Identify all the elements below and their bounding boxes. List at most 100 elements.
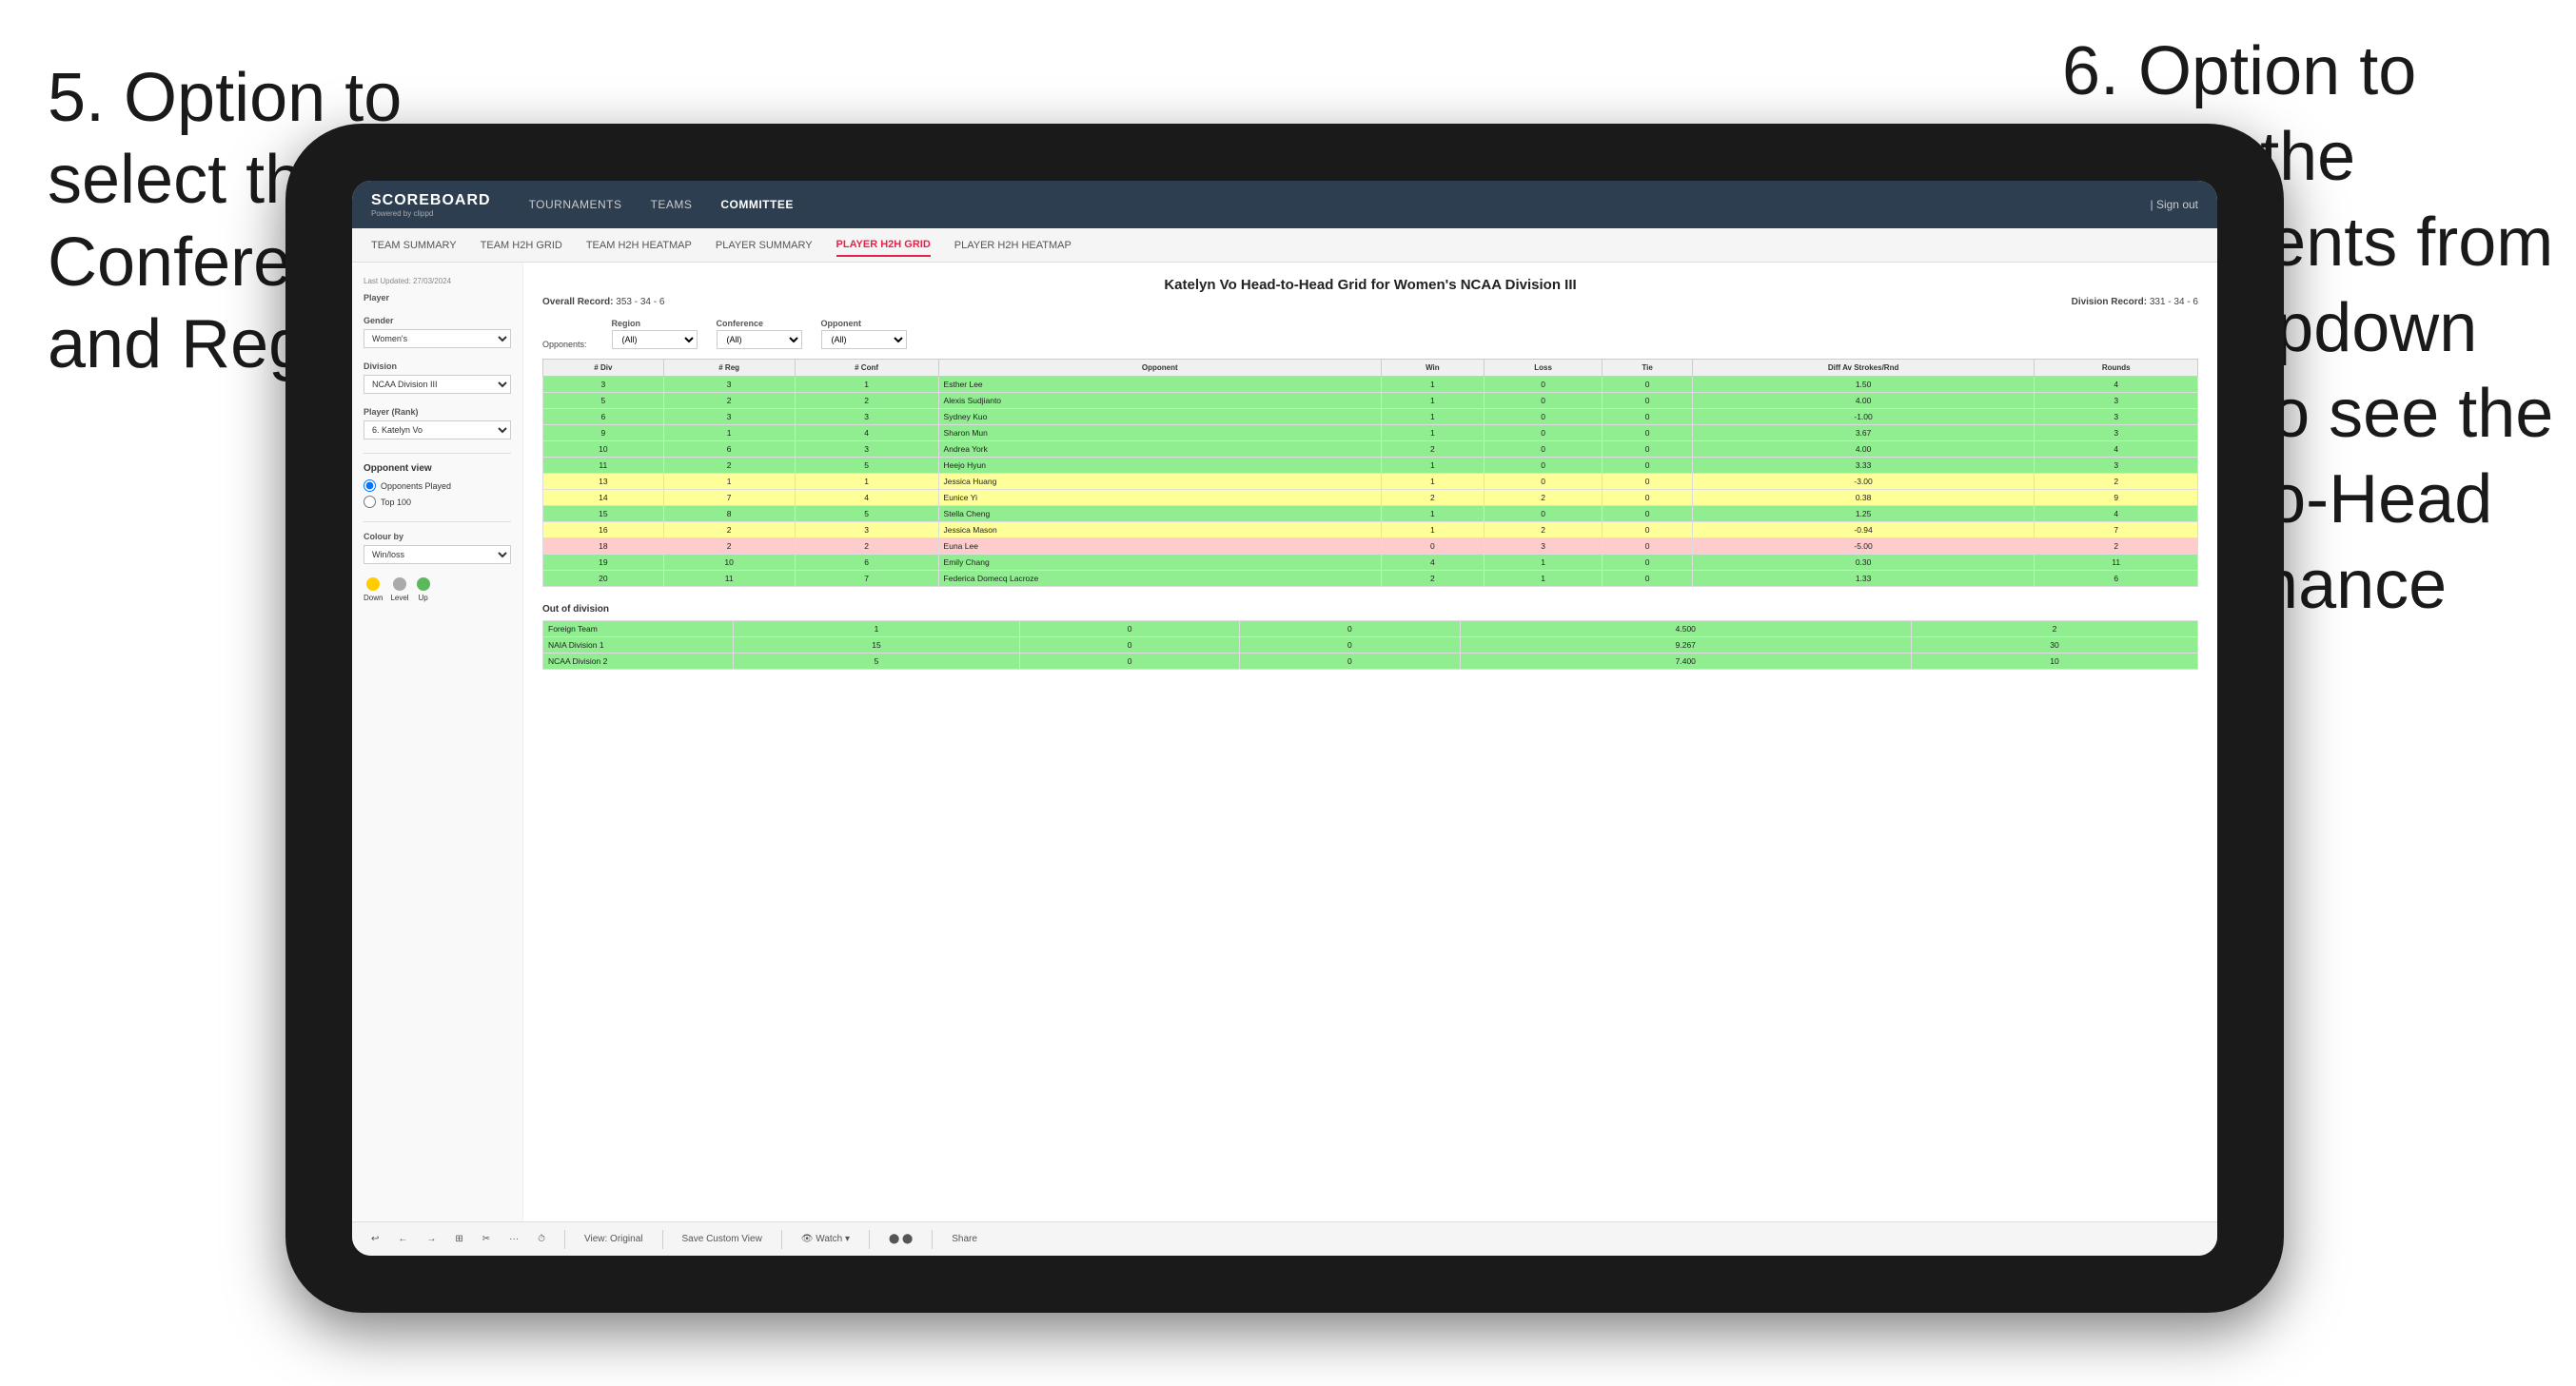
- th-rounds: Rounds: [2035, 360, 2198, 377]
- gender-select[interactable]: Women's: [364, 329, 511, 348]
- division-label: Division: [364, 361, 511, 371]
- center-content: Katelyn Vo Head-to-Head Grid for Women's…: [523, 263, 2217, 1221]
- gender-section: Gender Women's: [364, 316, 511, 348]
- player-label: Player: [364, 293, 511, 303]
- conference-filter-group: Conference (All): [717, 319, 802, 349]
- overall-record: Overall Record: 353 - 34 - 6: [542, 297, 664, 307]
- left-panel: Last Updated: 27/03/2024 Player Gender W…: [352, 263, 523, 1221]
- player-rank-select[interactable]: 6. Katelyn Vo: [364, 420, 511, 439]
- toolbar-divider-2: [662, 1230, 663, 1249]
- panel-divider-2: [364, 521, 511, 522]
- th-div: # Div: [543, 360, 664, 377]
- opponent-filter-label: Opponent: [821, 319, 907, 328]
- nav-tournaments[interactable]: TOURNAMENTS: [529, 193, 622, 216]
- table-row: 14 7 4 Eunice Yi 2 2 0 0.38 9: [543, 490, 2198, 506]
- th-win: Win: [1382, 360, 1485, 377]
- division-record: Division Record: 331 - 34 - 6: [2072, 297, 2198, 307]
- toolbar-timer[interactable]: ⏱: [538, 1234, 545, 1244]
- sub-nav-player-summary[interactable]: PLAYER SUMMARY: [716, 235, 813, 256]
- sub-nav-team-summary[interactable]: TEAM SUMMARY: [371, 235, 457, 256]
- th-diff: Diff Av Strokes/Rnd: [1692, 360, 2035, 377]
- table-row: 18 2 2 Euna Lee 0 3 0 -5.00 2: [543, 538, 2198, 555]
- colour-by-select[interactable]: Win/loss: [364, 545, 511, 564]
- region-filter-group: Region (All): [612, 319, 698, 349]
- toolbar-view-original[interactable]: View: Original: [584, 1234, 643, 1244]
- player-rank-label: Player (Rank): [364, 407, 511, 417]
- out-division-body: Foreign Team 1 0 0 4.500 2 NAIA Division…: [543, 621, 2198, 670]
- division-select[interactable]: NCAA Division III: [364, 375, 511, 394]
- filters-section: Opponents: Region (All) Conference (All): [542, 319, 2198, 349]
- toolbar-watch[interactable]: 👁 Watch ▾: [801, 1234, 850, 1244]
- out-division-row: NAIA Division 1 15 0 0 9.267 30: [543, 637, 2198, 654]
- radio-opponents-played-label: Opponents Played: [381, 481, 451, 491]
- nav-teams[interactable]: TEAMS: [651, 193, 693, 216]
- table-row: 19 10 6 Emily Chang 4 1 0 0.30 11: [543, 555, 2198, 571]
- sub-nav-player-h2h-grid[interactable]: PLAYER H2H GRID: [836, 234, 931, 257]
- toolbar-divider-4: [869, 1230, 870, 1249]
- radio-opponents-played-input[interactable]: [364, 479, 376, 492]
- legend-label-down: Down: [364, 594, 383, 602]
- toolbar-forward[interactable]: →: [426, 1234, 436, 1244]
- table-row: 11 2 5 Heejo Hyun 1 0 0 3.33 3: [543, 458, 2198, 474]
- logo-subtitle: Powered by clippd: [371, 209, 491, 218]
- nav-committee[interactable]: COMMITTEE: [720, 193, 794, 216]
- region-filter-select[interactable]: (All): [612, 330, 698, 349]
- table-row: 3 3 1 Esther Lee 1 0 0 1.50 4: [543, 377, 2198, 393]
- division-section: Division NCAA Division III: [364, 361, 511, 394]
- main-table-container: # Div # Reg # Conf Opponent Win Loss Tie…: [542, 359, 2198, 587]
- opponent-view-section: Opponent view Opponents Played Top 100: [364, 463, 511, 508]
- legend-dot-down: [366, 577, 380, 591]
- conference-filter-select[interactable]: (All): [717, 330, 802, 349]
- toolbar-divider-1: [564, 1230, 565, 1249]
- opponent-filter-select[interactable]: (All): [821, 330, 907, 349]
- sub-nav-player-h2h-heatmap[interactable]: PLAYER H2H HEATMAP: [954, 235, 1072, 256]
- toolbar-back[interactable]: ←: [398, 1234, 407, 1244]
- th-loss: Loss: [1484, 360, 1603, 377]
- player-rank-section: Player (Rank) 6. Katelyn Vo: [364, 407, 511, 439]
- out-of-division-title: Out of division: [542, 604, 2198, 615]
- out-division-row: NCAA Division 2 5 0 0 7.400 10: [543, 654, 2198, 670]
- logo-title: SCOREBOARD: [371, 192, 491, 209]
- opponent-view-label: Opponent view: [364, 463, 511, 474]
- top-nav: SCOREBOARD Powered by clippd TOURNAMENTS…: [352, 181, 2217, 228]
- radio-top-100[interactable]: Top 100: [364, 496, 511, 508]
- toolbar-share[interactable]: Share: [952, 1234, 977, 1244]
- toolbar-cut[interactable]: ✂: [482, 1234, 490, 1244]
- bottom-toolbar: ↩ ← → ⊞ ✂ ··· ⏱ View: Original Save Cust…: [352, 1221, 2217, 1256]
- legend-dot-up: [417, 577, 430, 591]
- nav-sign-out[interactable]: | Sign out: [2151, 198, 2198, 211]
- legend-dot-level: [393, 577, 406, 591]
- colour-by-label: Colour by: [364, 532, 511, 541]
- legend-label-level: Level: [390, 594, 408, 602]
- player-section: Player: [364, 293, 511, 303]
- radio-opponents-played[interactable]: Opponents Played: [364, 479, 511, 492]
- toolbar-grid[interactable]: ⊞: [455, 1234, 462, 1244]
- sub-nav: TEAM SUMMARY TEAM H2H GRID TEAM H2H HEAT…: [352, 228, 2217, 263]
- opponents-label: Opponents:: [542, 340, 587, 349]
- toolbar-divider-3: [781, 1230, 782, 1249]
- table-row: 20 11 7 Federica Domecq Lacroze 2 1 0 1.…: [543, 571, 2198, 587]
- page-title: Katelyn Vo Head-to-Head Grid for Women's…: [542, 277, 2198, 293]
- sub-nav-team-h2h-heatmap[interactable]: TEAM H2H HEATMAP: [586, 235, 692, 256]
- toolbar-dots[interactable]: ···: [509, 1234, 519, 1244]
- sub-nav-team-h2h-grid[interactable]: TEAM H2H GRID: [481, 235, 562, 256]
- th-tie: Tie: [1603, 360, 1692, 377]
- table-row: 5 2 2 Alexis Sudjianto 1 0 0 4.00 3: [543, 393, 2198, 409]
- toolbar-undo[interactable]: ↩: [371, 1234, 379, 1244]
- table-row: 10 6 3 Andrea York 2 0 0 4.00 4: [543, 441, 2198, 458]
- toolbar-share-icon[interactable]: ⬤ ⬤: [889, 1234, 913, 1244]
- tablet-device: SCOREBOARD Powered by clippd TOURNAMENTS…: [285, 124, 2284, 1313]
- player-h2h-table: # Div # Reg # Conf Opponent Win Loss Tie…: [542, 359, 2198, 587]
- nav-items: TOURNAMENTS TEAMS COMMITTEE: [529, 193, 2151, 216]
- out-of-division-table-container: Foreign Team 1 0 0 4.500 2 NAIA Division…: [542, 620, 2198, 670]
- toolbar-divider-5: [932, 1230, 933, 1249]
- last-updated: Last Updated: 27/03/2024: [364, 277, 511, 285]
- records-row: Overall Record: 353 - 34 - 6 Division Re…: [542, 297, 2198, 307]
- toolbar-save-view[interactable]: Save Custom View: [682, 1234, 762, 1244]
- region-filter-label: Region: [612, 319, 698, 328]
- radio-top-100-input[interactable]: [364, 496, 376, 508]
- table-header-row: # Div # Reg # Conf Opponent Win Loss Tie…: [543, 360, 2198, 377]
- radio-group: Opponents Played Top 100: [364, 479, 511, 508]
- gender-label: Gender: [364, 316, 511, 325]
- logo: SCOREBOARD Powered by clippd: [371, 192, 491, 218]
